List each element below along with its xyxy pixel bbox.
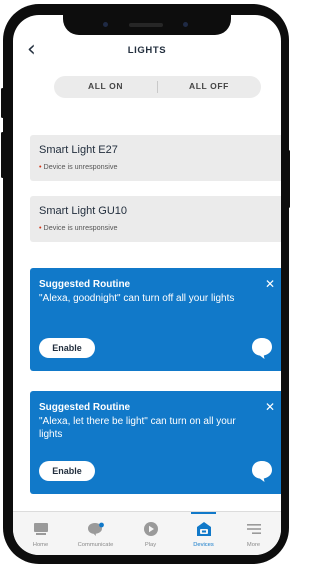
device-status: • Device is unresponsive	[39, 223, 117, 232]
routine-text: "Alexa, goodnight" can turn off all your…	[39, 293, 235, 304]
camera-dot	[103, 22, 108, 27]
app-header: ‹ LIGHTS	[13, 39, 281, 65]
device-card-e27[interactable]: Smart Light E27 • Device is unresponsive	[30, 135, 281, 181]
menu-icon	[246, 524, 261, 534]
chat-icon	[87, 522, 104, 536]
speech-bubble-icon	[252, 338, 272, 359]
all-on-button[interactable]: ALL ON	[88, 81, 123, 91]
device-card-gu10[interactable]: Smart Light GU10 • Device is unresponsive	[30, 196, 281, 242]
routine-title: Suggested Routine	[39, 402, 131, 413]
phone-side-button	[1, 88, 4, 118]
toggle-divider	[157, 81, 158, 93]
enable-button[interactable]: Enable	[39, 461, 95, 481]
power-toggle: ALL ON ALL OFF	[54, 76, 261, 98]
nav-home[interactable]: Home	[14, 512, 67, 555]
nav-label: Devices	[193, 542, 214, 548]
page-title: LIGHTS	[127, 45, 167, 56]
routine-text: "Alexa, let there be light" can turn on …	[39, 416, 236, 440]
home-icon	[33, 523, 48, 535]
nav-more[interactable]: More	[227, 512, 280, 555]
phone-notch	[63, 15, 231, 35]
device-name: Smart Light GU10	[39, 205, 128, 217]
nav-devices[interactable]: Devices	[177, 512, 230, 555]
device-name: Smart Light E27	[39, 144, 118, 156]
sensor-dot	[183, 22, 188, 27]
device-status-text: Device is unresponsive	[43, 162, 118, 171]
device-status: • Device is unresponsive	[39, 162, 117, 171]
suggested-routine-card: Suggested Routine "Alexa, let there be l…	[30, 391, 281, 494]
play-icon	[143, 522, 158, 536]
speaker-grille	[129, 23, 163, 27]
status-dot-icon: •	[39, 162, 42, 171]
devices-icon	[196, 522, 211, 536]
bottom-nav: Home Communicate Play Devices More	[13, 511, 281, 555]
status-dot-icon: •	[39, 223, 42, 232]
app-screen: ‹ LIGHTS ALL ON ALL OFF Smart Light E27 …	[13, 15, 281, 555]
device-status-text: Device is unresponsive	[43, 223, 118, 232]
nav-label: Play	[144, 542, 157, 548]
close-icon[interactable]: ✕	[265, 278, 275, 290]
enable-button[interactable]: Enable	[39, 338, 95, 358]
nav-label: Communicate	[77, 542, 114, 548]
routine-title: Suggested Routine	[39, 279, 131, 290]
close-icon[interactable]: ✕	[265, 401, 275, 413]
nav-label: Home	[32, 542, 49, 548]
phone-side-button	[1, 132, 4, 178]
speech-bubble-icon	[252, 461, 272, 482]
nav-label: More	[246, 542, 261, 548]
active-tab-indicator	[191, 512, 216, 514]
nav-communicate[interactable]: Communicate	[69, 512, 122, 555]
phone-frame: ‹ LIGHTS ALL ON ALL OFF Smart Light E27 …	[3, 4, 289, 564]
suggested-routine-card: Suggested Routine "Alexa, goodnight" can…	[30, 268, 281, 371]
nav-play[interactable]: Play	[124, 512, 177, 555]
all-off-button[interactable]: ALL OFF	[189, 81, 229, 91]
phone-side-button	[287, 150, 290, 208]
